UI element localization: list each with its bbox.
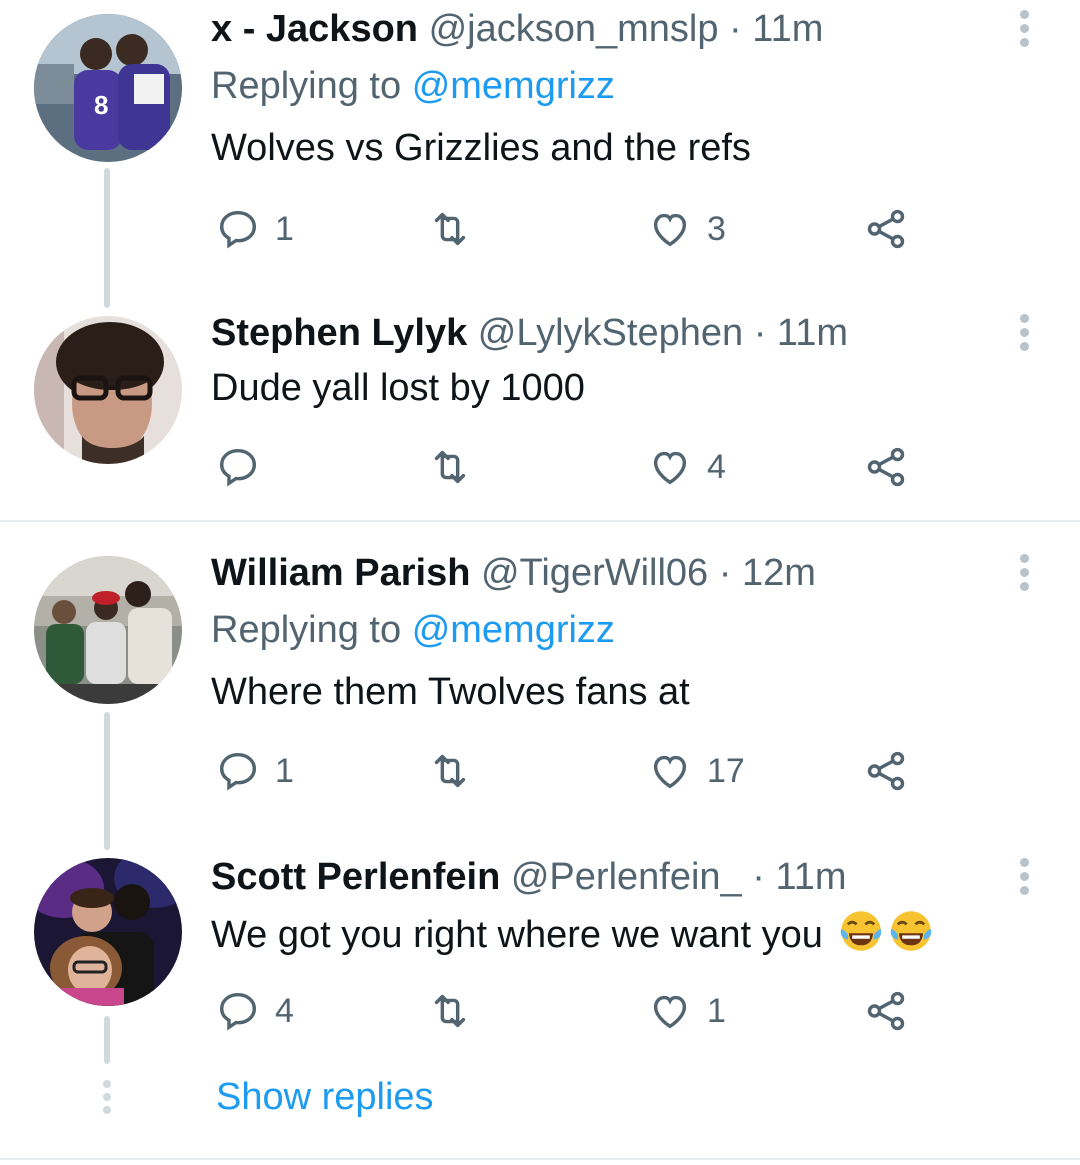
user-handle[interactable]: @LylykStephen	[478, 312, 743, 354]
more-options-icon[interactable]	[1018, 314, 1030, 354]
tweet-header: Stephen Lylyk @LylykStephen · 11m	[211, 310, 848, 356]
more-options-icon[interactable]	[1018, 858, 1030, 898]
tweet-text: We got you right where we want you	[211, 909, 933, 958]
like-count: 1	[707, 991, 726, 1030]
share-icon	[867, 209, 905, 249]
tweet-scott[interactable]: Scott Perlenfein @Perlenfein_ · 11m We g…	[0, 850, 1080, 1065]
tweet-header: x - Jackson @jackson_mnslp · 11m	[211, 6, 823, 52]
replying-to: Replying to @memgrizz	[211, 607, 615, 653]
more-replies-dots-icon	[102, 1080, 112, 1119]
like-count: 17	[707, 751, 745, 790]
retweet-button[interactable]	[427, 442, 487, 492]
reply-count: 1	[275, 209, 294, 248]
reply-icon	[219, 752, 257, 791]
display-name[interactable]: x - Jackson	[211, 8, 418, 50]
avatar[interactable]	[34, 556, 182, 704]
heart-icon	[653, 451, 687, 485]
share-icon	[867, 447, 905, 487]
retweet-icon	[434, 994, 466, 1028]
tweet-jackson[interactable]: 8 x - Jackson @jackson_mnslp · 11m Reply…	[0, 0, 1080, 310]
display-name[interactable]: Stephen Lylyk	[211, 312, 467, 354]
reply-icon	[219, 992, 257, 1031]
like-button[interactable]: 1	[647, 986, 726, 1036]
like-count: 3	[707, 209, 726, 248]
display-name[interactable]: Scott Perlenfein	[211, 856, 500, 898]
like-button[interactable]: 3	[647, 204, 726, 254]
replying-to-label: Replying to	[211, 65, 402, 107]
heart-icon	[653, 995, 687, 1029]
share-icon	[867, 751, 905, 791]
reply-button[interactable]	[215, 442, 275, 492]
retweet-button[interactable]	[427, 204, 487, 254]
avatar[interactable]: 8	[34, 14, 182, 162]
thread-divider	[0, 520, 1080, 522]
tweet-text: Dude yall lost by 1000	[211, 367, 585, 409]
like-button[interactable]: 17	[647, 746, 745, 796]
tweet-actions: 1 3	[211, 204, 931, 254]
retweet-icon	[434, 212, 466, 246]
thread-line	[104, 1016, 110, 1064]
avatar[interactable]	[34, 316, 182, 464]
reply-button[interactable]: 1	[215, 746, 294, 796]
tweet-actions: 4 1	[211, 986, 931, 1036]
replying-to-label: Replying to	[211, 609, 402, 651]
display-name[interactable]: William Parish	[211, 552, 470, 594]
tweet-stephen[interactable]: Stephen Lylyk @LylykStephen · 11m Dude y…	[0, 310, 1080, 520]
share-button[interactable]	[863, 204, 909, 254]
reply-button[interactable]: 1	[215, 204, 294, 254]
tweet-text: Wolves vs Grizzlies and the refs	[211, 127, 751, 169]
retweet-icon	[434, 754, 466, 788]
more-options-icon[interactable]	[1018, 554, 1030, 594]
svg-text:8: 8	[94, 90, 108, 120]
tweet-text: Where them Twolves fans at	[211, 671, 690, 713]
share-button[interactable]	[863, 986, 909, 1036]
tweet-actions: 1 17	[211, 746, 931, 796]
thread-line	[104, 712, 110, 850]
show-replies-link[interactable]: Show replies	[216, 1074, 434, 1120]
separator-dot: ·	[718, 552, 732, 594]
reply-count: 4	[275, 991, 294, 1030]
share-button[interactable]	[863, 746, 909, 796]
mention-link[interactable]: @memgrizz	[412, 65, 615, 107]
tweet-actions: 4	[211, 442, 931, 492]
mention-link[interactable]: @memgrizz	[412, 609, 615, 651]
heart-icon	[653, 213, 687, 247]
timestamp[interactable]: 12m	[742, 552, 816, 594]
user-handle[interactable]: @Perlenfein_	[511, 856, 742, 898]
timestamp[interactable]: 11m	[777, 312, 848, 354]
share-button[interactable]	[863, 442, 909, 492]
tweet-text-content: We got you right where we want you	[211, 914, 823, 956]
reply-icon	[219, 448, 257, 487]
reply-button[interactable]: 4	[215, 986, 294, 1036]
separator-dot: ·	[752, 856, 765, 898]
like-count: 4	[707, 447, 726, 486]
tweet-header: William Parish @TigerWill06 · 12m	[211, 550, 816, 596]
separator-dot: ·	[753, 312, 767, 354]
more-options-icon[interactable]	[1018, 10, 1030, 50]
share-icon	[867, 991, 905, 1031]
retweet-button[interactable]	[427, 746, 487, 796]
retweet-icon	[434, 450, 466, 484]
reply-icon	[219, 210, 257, 249]
timestamp[interactable]: 11m	[752, 8, 823, 50]
face-with-tears-of-joy-icon	[891, 911, 932, 951]
reply-count: 1	[275, 751, 294, 790]
separator-dot: ·	[729, 8, 742, 50]
heart-icon	[653, 755, 687, 789]
tweet-william[interactable]: William Parish @TigerWill06 · 12m Replyi…	[0, 540, 1080, 850]
tweet-header: Scott Perlenfein @Perlenfein_ · 11m	[211, 854, 847, 900]
thread-line	[104, 168, 110, 308]
face-with-tears-of-joy-icon	[841, 911, 882, 951]
bottom-divider	[0, 1158, 1080, 1160]
timestamp[interactable]: 11m	[775, 856, 846, 898]
user-handle[interactable]: @jackson_mnslp	[429, 8, 719, 50]
retweet-button[interactable]	[427, 986, 487, 1036]
avatar[interactable]	[34, 858, 182, 1006]
like-button[interactable]: 4	[647, 442, 726, 492]
replying-to: Replying to @memgrizz	[211, 63, 615, 109]
user-handle[interactable]: @TigerWill06	[481, 552, 708, 594]
